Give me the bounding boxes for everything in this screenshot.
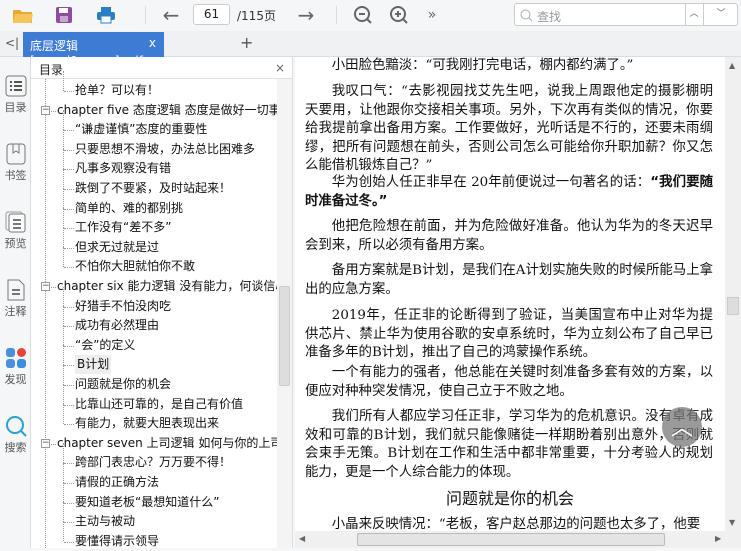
paragraph: 我叹口气：“去影视园找艾先生吧，说我上周跟他定的摄影棚明天要用，让他跟你交接相关… — [305, 84, 713, 173]
toc-item[interactable]: 抢单？可以有！ — [75, 81, 159, 100]
paragraph: 华为创始人任正非早在 20年前便说过一句著名的话：“我们要随时准备过冬。” — [305, 175, 713, 209]
paragraph: 小田脸色黯淡：“可我刚打完电话，棚内都约满了。” — [331, 58, 634, 73]
document-vertical-scrollbar[interactable]: ▲ ▼ — [725, 57, 741, 531]
toc-item[interactable]: 工作没有“差不多” — [75, 218, 171, 237]
sidebar-item-label: 搜索 — [4, 441, 27, 454]
sidebar-item-apps[interactable]: 发现 — [0, 347, 31, 387]
toc-item[interactable]: B计划 — [75, 355, 112, 375]
section-heading: 问题就是你的机会 — [445, 489, 574, 508]
save-icon[interactable] — [52, 4, 76, 26]
horizontal-scroll-thumb[interactable] — [357, 533, 665, 546]
document-horizontal-scrollbar[interactable]: ◀ ▶ — [295, 531, 741, 548]
next-page-icon[interactable]: → — [295, 3, 317, 27]
list-icon — [5, 75, 26, 97]
paragraph: 备用方案就是B计划，是我们在A计划实施失败的时候所能马上拿出的应急方案。 — [305, 263, 713, 297]
sidebar-rail: 目录书签预览注释发现搜索 — [0, 57, 31, 548]
toc-item[interactable]: 只要思想不滑坡，办法总比困难多 — [75, 140, 255, 159]
collapse-toggle-icon[interactable]: − — [41, 282, 50, 291]
toc-chapter[interactable]: chapter six 能力逻辑 没有能力，何谈信心 — [57, 277, 277, 296]
toc-header: 目录 × — [31, 57, 293, 79]
toc-item[interactable]: 但求无过就是过 — [75, 238, 159, 257]
toc-item[interactable]: 比靠山还可靠的，是自己有价值 — [75, 395, 243, 414]
toc-item[interactable]: 凡事多观察没有错 — [75, 159, 171, 178]
sidebar-item-label: 预览 — [4, 237, 27, 250]
toc-panel: 目录 × 抢单？可以有！ − chapter five 态度逻辑 态度是做好一切事 “… — [31, 57, 293, 548]
toc-item[interactable]: 成功有必然理由 — [75, 316, 159, 335]
collapse-toggle-icon[interactable]: − — [41, 105, 50, 115]
toc-item[interactable]: 跨部门表忠心？万万要不得！ — [75, 453, 231, 472]
toc-item[interactable]: 不怕你大胆就怕你不敢 — [75, 257, 195, 276]
prev-page-icon[interactable]: ← — [160, 3, 182, 27]
page-total: /115页 — [237, 9, 276, 23]
search-box[interactable]: 查找 ︿ ﹀ — [514, 3, 738, 26]
sidebar-item-search[interactable]: 搜索 — [0, 415, 31, 455]
zoom-in-icon[interactable] — [388, 4, 410, 26]
toc-chapter[interactable]: chapter five 态度逻辑 态度是做好一切事 — [57, 101, 277, 120]
toc-item[interactable]: 主动与被动 — [75, 512, 135, 531]
toc-item[interactable]: “会”的定义 — [75, 336, 135, 355]
paragraph: 一个有能力的强者，他总能在关键时刻准备多套有效的方案，以便应对种种突发情况，使自… — [305, 365, 713, 399]
collapse-sidebar-button[interactable]: <| — [5, 36, 19, 50]
zoom-out-icon[interactable] — [352, 4, 374, 26]
tab-bar: <| 底层逻辑[www.j9p.com].pdf x + — [0, 31, 741, 68]
search-input[interactable]: 查找 — [537, 8, 561, 25]
sidebar-item-label: 目录 — [4, 101, 27, 114]
back-to-top-button[interactable]: ︿ — [662, 407, 702, 447]
sidebar-item-label: 发现 — [4, 373, 27, 386]
apps-icon — [5, 348, 26, 368]
document-page: 小田脸色黯淡：“可我刚打完电话，棚内都约满了。” 我叹口气：“去影视园找艾先生吧… — [295, 57, 725, 531]
toc-chapter[interactable]: chapter seven 上司逻辑 如何与你的上司 — [57, 434, 277, 453]
toc-scrollbar[interactable] — [277, 79, 292, 548]
sidebar-item-label: 书签 — [4, 169, 27, 182]
toc-item[interactable]: 请假的正确方法 — [75, 473, 159, 492]
toc-item[interactable]: 有能力，就要大胆表现出来 — [75, 414, 219, 433]
toc-item[interactable]: 要知道老板“最想知道什么” — [75, 493, 219, 512]
sidebar-item-list[interactable]: 目录 — [0, 75, 31, 115]
bookmark-icon — [6, 143, 25, 165]
vertical-scroll-thumb[interactable] — [727, 297, 739, 315]
page-number-input[interactable]: 61 — [193, 4, 230, 25]
close-tab-icon[interactable]: x — [149, 36, 156, 50]
more-tools-button[interactable]: » — [423, 4, 441, 26]
paragraph: 他把危险想在前面，并为危险做好准备。他认为华为的冬天迟早会到来，所以必须有备用方… — [305, 219, 713, 253]
paragraph: 2019年，任正非的论断得到了验证，当美国宣布中止对华为提供芯片、禁止华为使用谷… — [305, 308, 713, 360]
preview-icon — [5, 211, 25, 233]
search-icon — [520, 9, 533, 22]
search-icon — [5, 416, 27, 437]
open-folder-icon[interactable] — [10, 4, 36, 26]
search-next-button[interactable]: ﹀ — [703, 4, 738, 25]
paragraph: 我们所有人都应学习任正非，学习华为的危机意识。没有卓有成效和可靠的B计划，我们就… — [305, 409, 713, 480]
collapse-toggle-icon[interactable]: − — [41, 438, 50, 448]
toc-scroll-thumb[interactable] — [279, 286, 290, 386]
toc-item[interactable]: “谦虚谨慎”态度的重要性 — [75, 120, 207, 139]
sidebar-item-label: 注释 — [4, 305, 27, 318]
toc-item[interactable]: 跌倒了不要紧，及时站起来！ — [75, 179, 231, 198]
search-prev-button[interactable]: ︿ — [685, 4, 702, 25]
sidebar-item-preview[interactable]: 预览 — [0, 211, 31, 251]
sidebar-item-bookmark[interactable]: 书签 — [0, 143, 31, 183]
toc-item[interactable]: 好猎手不怕没肉吃 — [75, 297, 171, 316]
note-icon — [7, 279, 24, 301]
toc-title: 目录 — [39, 63, 64, 77]
toolbar: ← 61 /115页 → » 查找 ︿ ﹀ — [0, 0, 741, 30]
sidebar-item-note[interactable]: 注释 — [0, 279, 31, 319]
toc-item[interactable]: 简单的、难的都别挑 — [75, 199, 183, 218]
tab-document[interactable]: 底层逻辑[www.j9p.com].pdf x — [23, 32, 164, 68]
print-icon[interactable] — [94, 4, 118, 26]
toc-item[interactable]: 问题就是你的机会 — [75, 375, 171, 394]
paragraph: 小晶来反映情况：“老板，客户赵总那边的问题也太多了，他要 — [331, 517, 701, 531]
close-toc-icon[interactable]: × — [275, 61, 285, 75]
new-tab-button[interactable]: + — [240, 33, 253, 52]
